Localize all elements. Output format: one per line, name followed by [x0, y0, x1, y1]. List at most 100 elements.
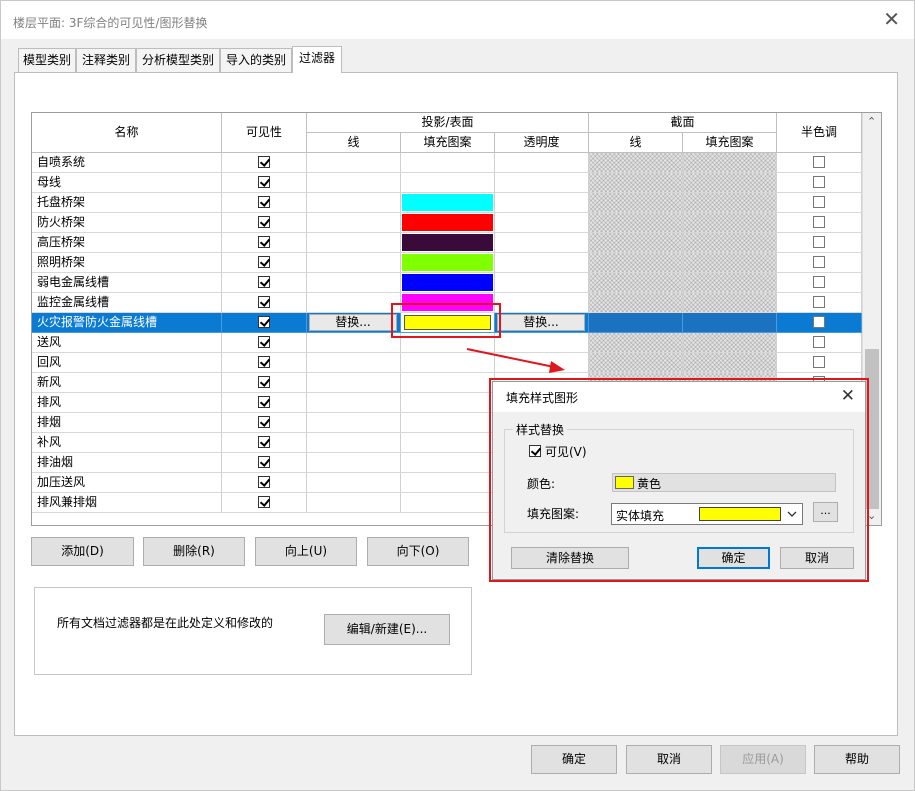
visibility-checkbox[interactable] [258, 296, 270, 308]
proj-line-cell[interactable] [307, 333, 401, 353]
row-name-cell[interactable]: 防火桥架 [32, 213, 222, 233]
row-name-cell[interactable]: 补风 [32, 433, 222, 453]
cut-fill-cell[interactable] [683, 173, 777, 193]
cut-fill-cell[interactable] [683, 313, 777, 333]
scroll-up-icon[interactable]: ⌃ [867, 115, 876, 128]
proj-fill-cell[interactable] [401, 493, 495, 513]
visibility-checkbox[interactable] [258, 216, 270, 228]
row-name-cell[interactable]: 自喷系统 [32, 153, 222, 173]
tab-analytical-model-categories[interactable]: 分析模型类别 [136, 48, 220, 72]
row-name-cell[interactable]: 送风 [32, 333, 222, 353]
popup-close-icon[interactable]: ✕ [841, 386, 855, 406]
add-button[interactable]: 添加(D) [31, 537, 134, 566]
visibility-checkbox[interactable] [258, 316, 270, 328]
visibility-checkbox[interactable] [258, 356, 270, 368]
proj-fill-cell[interactable] [401, 233, 495, 253]
table-row[interactable]: 回风 [32, 353, 862, 373]
proj-line-cell[interactable] [307, 193, 401, 213]
popup-ok-button[interactable]: 确定 [697, 547, 770, 569]
proj-line-cell[interactable] [307, 353, 401, 373]
edit-new-button[interactable]: 编辑/新建(E)... [324, 614, 450, 645]
row-name-cell[interactable]: 高压桥架 [32, 233, 222, 253]
proj-line-cell[interactable] [307, 433, 401, 453]
proj-transparency-cell[interactable] [495, 253, 589, 273]
visibility-checkbox[interactable] [258, 416, 270, 428]
row-name-cell[interactable]: 排风 [32, 393, 222, 413]
row-name-cell[interactable]: 弱电金属线槽 [32, 273, 222, 293]
cut-line-cell[interactable] [589, 213, 683, 233]
cut-line-cell[interactable] [589, 273, 683, 293]
proj-transparency-cell[interactable] [495, 173, 589, 193]
proj-line-cell[interactable] [307, 413, 401, 433]
proj-line-cell[interactable] [307, 233, 401, 253]
halftone-checkbox[interactable] [813, 216, 825, 228]
proj-fill-cell[interactable] [401, 213, 495, 233]
proj-transparency-cell[interactable] [495, 213, 589, 233]
cut-line-cell[interactable] [589, 293, 683, 313]
cut-fill-cell[interactable] [683, 273, 777, 293]
more-patterns-button[interactable]: ... [813, 502, 838, 522]
visibility-checkbox[interactable] [258, 496, 270, 508]
proj-transparency-cell[interactable] [495, 193, 589, 213]
close-icon[interactable]: ✕ [883, 9, 900, 29]
proj-line-cell[interactable] [307, 273, 401, 293]
pattern-dropdown[interactable]: 实体填充 [611, 503, 803, 525]
row-name-cell[interactable]: 加压送风 [32, 473, 222, 493]
visibility-checkbox[interactable] [258, 276, 270, 288]
table-row[interactable]: 照明桥架 [32, 253, 862, 273]
proj-transparency-cell[interactable] [495, 273, 589, 293]
proj-line-cell[interactable] [307, 213, 401, 233]
color-picker-button[interactable]: 黄色 [612, 473, 836, 492]
proj-line-cell[interactable] [307, 473, 401, 493]
proj-line-cell[interactable] [307, 253, 401, 273]
proj-fill-cell[interactable] [401, 253, 495, 273]
clear-override-button[interactable]: 清除替换 [511, 547, 629, 569]
halftone-checkbox[interactable] [813, 156, 825, 168]
row-name-cell[interactable]: 新风 [32, 373, 222, 393]
proj-transparency-cell[interactable] [495, 293, 589, 313]
proj-fill-cell[interactable] [401, 393, 495, 413]
table-row[interactable]: 托盘桥架 [32, 193, 862, 213]
halftone-checkbox[interactable] [813, 316, 825, 328]
proj-line-cell[interactable] [307, 393, 401, 413]
visibility-checkbox[interactable] [258, 396, 270, 408]
halftone-checkbox[interactable] [813, 256, 825, 268]
proj-line-cell[interactable] [307, 293, 401, 313]
proj-line-cell[interactable] [307, 493, 401, 513]
visibility-checkbox[interactable] [258, 436, 270, 448]
proj-transparency-cell[interactable]: 替换... [495, 313, 589, 333]
proj-fill-cell[interactable] [401, 193, 495, 213]
cut-line-cell[interactable] [589, 173, 683, 193]
proj-fill-cell[interactable] [401, 173, 495, 193]
row-name-cell[interactable]: 母线 [32, 173, 222, 193]
cut-line-cell[interactable] [589, 253, 683, 273]
popup-cancel-button[interactable]: 取消 [780, 547, 854, 569]
delete-button[interactable]: 删除(R) [143, 537, 245, 566]
cut-fill-cell[interactable] [683, 353, 777, 373]
halftone-checkbox[interactable] [813, 236, 825, 248]
line-override-button[interactable]: 替换... [309, 314, 397, 331]
table-row[interactable]: 高压桥架 [32, 233, 862, 253]
row-name-cell[interactable]: 照明桥架 [32, 253, 222, 273]
halftone-checkbox[interactable] [813, 176, 825, 188]
move-up-button[interactable]: 向上(U) [255, 537, 357, 566]
table-row[interactable]: 弱电金属线槽 [32, 273, 862, 293]
visibility-checkbox[interactable] [258, 196, 270, 208]
tab-imported-categories[interactable]: 导入的类别 [220, 48, 292, 72]
proj-fill-cell[interactable] [401, 473, 495, 493]
cut-line-cell[interactable] [589, 233, 683, 253]
cut-line-cell[interactable] [589, 313, 683, 333]
proj-fill-cell[interactable] [401, 153, 495, 173]
cut-fill-cell[interactable] [683, 333, 777, 353]
row-name-cell[interactable]: 排烟 [32, 413, 222, 433]
table-row[interactable]: 母线 [32, 173, 862, 193]
cut-fill-cell[interactable] [683, 153, 777, 173]
proj-line-cell[interactable] [307, 173, 401, 193]
row-name-cell[interactable]: 监控金属线槽 [32, 293, 222, 313]
proj-fill-cell[interactable] [401, 433, 495, 453]
row-name-cell[interactable]: 托盘桥架 [32, 193, 222, 213]
proj-fill-cell[interactable] [401, 413, 495, 433]
cut-fill-cell[interactable] [683, 213, 777, 233]
proj-fill-cell[interactable] [401, 453, 495, 473]
halftone-checkbox[interactable] [813, 276, 825, 288]
